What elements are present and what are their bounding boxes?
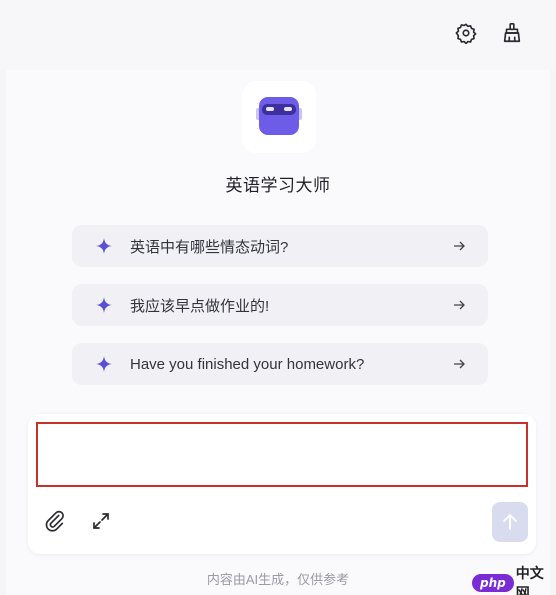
arrow-right-icon: [454, 241, 465, 251]
sparkle-icon: [96, 356, 112, 372]
bot-avatar: [242, 81, 316, 153]
arrow-up-icon: [503, 513, 517, 530]
watermark-cn: 中文网: [515, 565, 544, 595]
send-button[interactable]: [492, 502, 528, 542]
suggestion-item[interactable]: 英语中有哪些情态动词?: [72, 225, 488, 267]
suggestion-text: 英语中有哪些情态动词?: [130, 238, 289, 256]
arrow-right-icon: [454, 359, 465, 369]
site-watermark: php 中文网: [472, 565, 556, 595]
suggestion-item[interactable]: Have you finished your homework?: [72, 343, 488, 385]
arrow-right-icon: [454, 300, 465, 310]
expand-icon[interactable]: [88, 508, 114, 534]
gear-icon[interactable]: [453, 20, 479, 46]
message-input[interactable]: [36, 422, 528, 487]
robot-icon: [256, 97, 302, 135]
suggestion-text: 我应该早点做作业的!: [130, 297, 270, 315]
paperclip-icon[interactable]: [42, 508, 68, 534]
suggestion-item[interactable]: 我应该早点做作业的!: [72, 284, 488, 326]
broom-icon[interactable]: [499, 20, 525, 46]
sparkle-icon: [96, 297, 112, 313]
suggestion-text: Have you finished your homework?: [130, 355, 365, 373]
sparkle-icon: [96, 238, 112, 254]
bot-name: 英语学习大师: [225, 176, 331, 195]
watermark-php: php: [472, 574, 514, 592]
